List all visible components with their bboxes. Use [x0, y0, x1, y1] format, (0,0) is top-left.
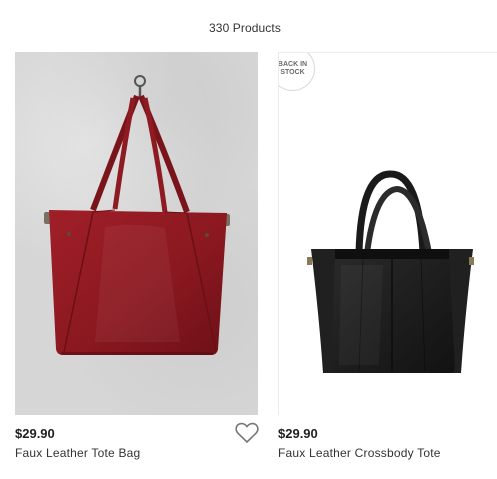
product-card[interactable]: $29.90 Faux Leather Tote Bag — [15, 52, 259, 460]
product-card[interactable]: BACK IN STOCK $29.90 Faux Leather Crossb… — [278, 52, 497, 460]
product-name[interactable]: Faux Leather Crossbody Tote — [278, 446, 441, 460]
heart-outline-icon[interactable] — [235, 422, 259, 444]
product-image[interactable] — [15, 52, 258, 415]
product-image[interactable]: BACK IN STOCK — [278, 52, 497, 415]
black-tote-bag-image — [307, 170, 474, 373]
red-tote-bag-image — [44, 75, 230, 355]
product-price: $29.90 — [278, 426, 318, 441]
product-name[interactable]: Faux Leather Tote Bag — [15, 446, 140, 460]
product-price: $29.90 — [15, 426, 55, 441]
product-count: 330 Products — [209, 21, 281, 35]
